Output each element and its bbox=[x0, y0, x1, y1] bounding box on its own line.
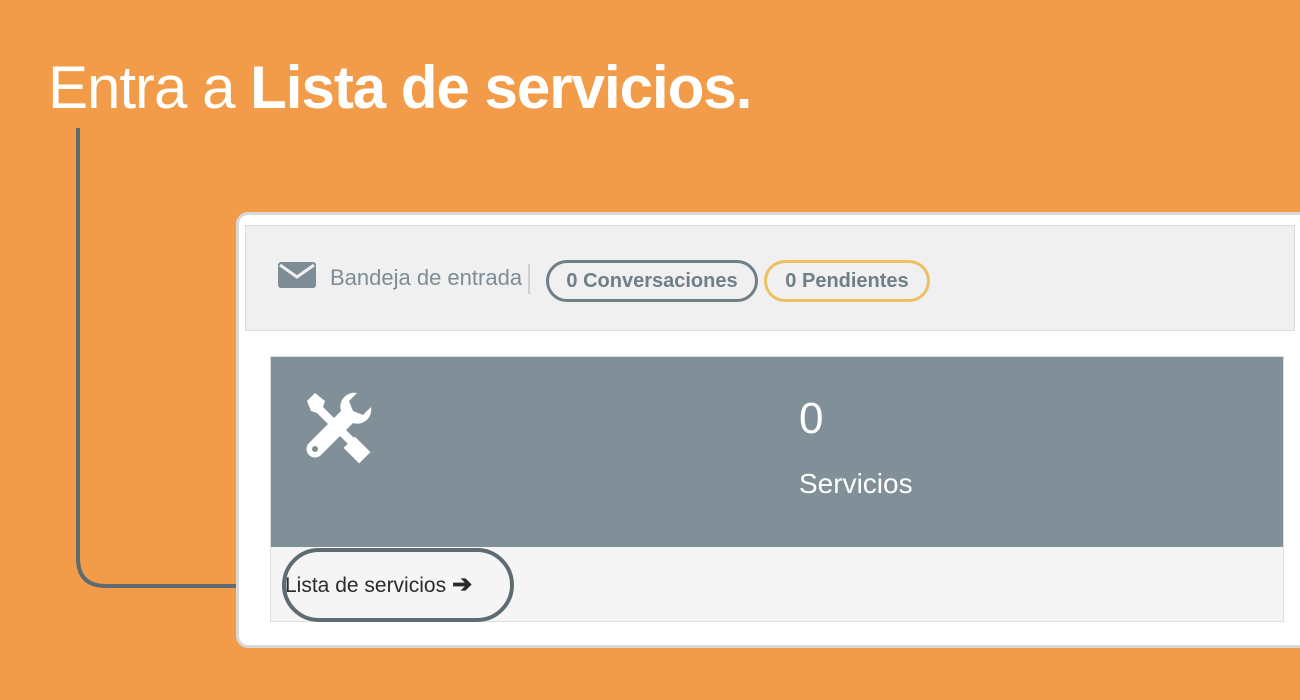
pending-badge[interactable]: 0 Pendientes bbox=[764, 260, 930, 302]
divider bbox=[528, 264, 530, 294]
conversations-badge[interactable]: 0 Conversaciones bbox=[546, 260, 758, 302]
services-card-header: 0 Servicios bbox=[271, 357, 1283, 547]
services-count-label: Servicios bbox=[799, 468, 913, 499]
envelope-icon bbox=[278, 262, 316, 288]
services-card: 0 Servicios Lista de servicios ➔ bbox=[270, 356, 1284, 622]
inbox-label[interactable]: Bandeja de entrada bbox=[330, 264, 522, 292]
dashboard-panel: Bandeja de entrada 0 Conversaciones 0 Pe… bbox=[236, 212, 1300, 648]
inbox-bar: Bandeja de entrada 0 Conversaciones 0 Pe… bbox=[245, 225, 1295, 331]
headline-prefix: Entra a bbox=[48, 54, 251, 121]
headline-emphasis: Lista de servicios. bbox=[250, 54, 752, 121]
services-count: 0 bbox=[799, 394, 824, 443]
tools-icon bbox=[306, 392, 372, 464]
arrow-right-icon: ➔ bbox=[452, 571, 473, 598]
page-headline: Entra a Lista de servicios. bbox=[48, 52, 752, 124]
services-list-link-label: Lista de servicios bbox=[285, 574, 447, 597]
services-list-link[interactable]: Lista de servicios ➔ bbox=[285, 549, 472, 621]
